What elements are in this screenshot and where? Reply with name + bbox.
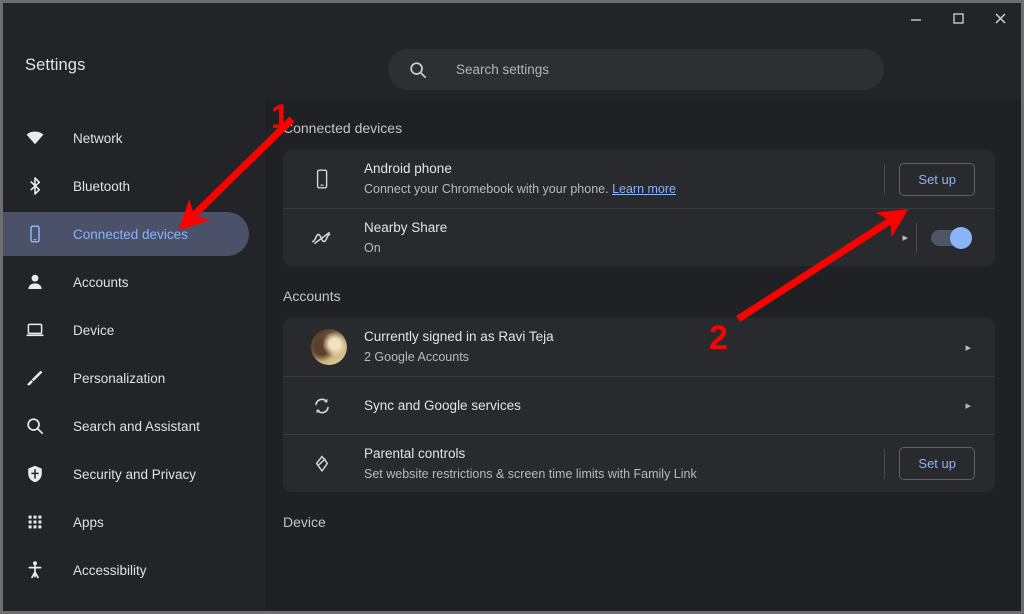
row-title: Android phone bbox=[364, 161, 452, 176]
laptop-icon bbox=[25, 320, 45, 340]
connected-devices-card: Android phone Connect your Chromebook wi… bbox=[283, 150, 995, 266]
wifi-icon bbox=[25, 128, 45, 148]
sidebar-item-label: Apps bbox=[73, 514, 104, 530]
sidebar-item-accessibility[interactable]: Accessibility bbox=[3, 548, 249, 592]
row-title: Sync and Google services bbox=[364, 398, 521, 413]
set-up-button-parental-controls[interactable]: Set up bbox=[899, 447, 975, 480]
annotation-number-2: 2 bbox=[709, 319, 728, 357]
sidebar-item-security-and-privacy[interactable]: Security and Privacy bbox=[3, 452, 249, 496]
main-content: Connected devices Android phone Connect … bbox=[265, 98, 1021, 611]
nearby-share-icon bbox=[311, 226, 333, 250]
sidebar-item-label: Bluetooth bbox=[73, 178, 131, 194]
shield-icon bbox=[25, 464, 45, 484]
close-button[interactable] bbox=[979, 3, 1021, 32]
learn-more-link[interactable]: Learn more bbox=[612, 182, 676, 196]
row-text: Android phone Connect your Chromebook wi… bbox=[364, 159, 880, 199]
toggle-knob bbox=[950, 226, 972, 249]
search-bar[interactable] bbox=[388, 49, 884, 90]
chevron-right-icon[interactable]: ▸ bbox=[902, 231, 908, 244]
maximize-button[interactable] bbox=[937, 3, 979, 32]
annotation-number-1: 1 bbox=[271, 98, 290, 136]
row-subtitle: 2 Google Accounts bbox=[364, 350, 469, 364]
row-text: Sync and Google services bbox=[364, 396, 965, 415]
sidebar-item-label: Search and Assistant bbox=[73, 418, 200, 434]
section-heading-device: Device bbox=[283, 514, 326, 530]
family-link-icon bbox=[311, 452, 333, 476]
sidebar-item-apps[interactable]: Apps bbox=[3, 500, 249, 544]
sidebar-item-personalization[interactable]: Personalization bbox=[3, 356, 249, 400]
row-sync-and-google-services[interactable]: Sync and Google services ▸ bbox=[283, 376, 995, 434]
sidebar-item-connected-devices[interactable]: Connected devices bbox=[3, 212, 249, 256]
settings-window: Settings Network Blue bbox=[0, 0, 1024, 614]
section-heading-connected-devices: Connected devices bbox=[283, 120, 403, 136]
row-nearby-share[interactable]: Nearby Share On ▸ bbox=[283, 208, 995, 266]
row-title: Nearby Share bbox=[364, 219, 448, 235]
row-title: Currently signed in as Ravi Teja bbox=[364, 329, 554, 344]
sidebar-item-device[interactable]: Device bbox=[3, 308, 249, 352]
row-android-phone[interactable]: Android phone Connect your Chromebook wi… bbox=[283, 150, 995, 208]
page-title: Settings bbox=[25, 55, 86, 74]
search-icon bbox=[25, 416, 45, 436]
phone-icon bbox=[25, 224, 45, 244]
row-text: Parental controls Set website restrictio… bbox=[364, 444, 880, 484]
sidebar-item-accounts[interactable]: Accounts bbox=[3, 260, 249, 304]
row-title: Parental controls bbox=[364, 445, 466, 461]
person-icon bbox=[25, 272, 45, 292]
nearby-share-toggle[interactable] bbox=[931, 226, 972, 249]
minimize-button[interactable] bbox=[895, 3, 937, 32]
divider bbox=[884, 164, 886, 194]
sidebar-item-search-and-assistant[interactable]: Search and Assistant bbox=[3, 404, 249, 448]
sidebar-item-label: Connected devices bbox=[73, 226, 188, 242]
search-icon bbox=[408, 60, 428, 80]
grid-apps-icon bbox=[25, 512, 45, 532]
brush-icon bbox=[25, 368, 45, 388]
divider bbox=[916, 222, 917, 253]
row-signed-in-account[interactable]: Currently signed in as Ravi Teja 2 Googl… bbox=[283, 318, 995, 376]
set-up-button-android-phone[interactable]: Set up bbox=[899, 162, 975, 196]
sidebar-item-label: Network bbox=[73, 130, 123, 146]
sidebar-item-network[interactable]: Network bbox=[3, 116, 249, 160]
title-bar bbox=[3, 3, 1021, 32]
search-input[interactable] bbox=[456, 62, 836, 77]
row-parental-controls[interactable]: Parental controls Set website restrictio… bbox=[283, 434, 995, 492]
sidebar-item-label: Device bbox=[73, 322, 115, 338]
row-text: Currently signed in as Ravi Teja 2 Googl… bbox=[364, 327, 965, 367]
phone-icon bbox=[311, 167, 333, 191]
sidebar-item-label: Personalization bbox=[73, 370, 166, 386]
row-text: Nearby Share On bbox=[364, 218, 902, 258]
sidebar-item-label: Accounts bbox=[73, 274, 129, 290]
chevron-right-icon[interactable]: ▸ bbox=[965, 399, 971, 412]
row-subtitle: Connect your Chromebook with your phone.… bbox=[364, 180, 880, 199]
sidebar-item-label: Security and Privacy bbox=[73, 466, 197, 482]
row-subtitle: Set website restrictions & screen time l… bbox=[364, 466, 697, 481]
divider bbox=[884, 448, 886, 479]
section-heading-accounts: Accounts bbox=[283, 288, 341, 304]
sidebar-item-bluetooth[interactable]: Bluetooth bbox=[3, 164, 249, 208]
accessibility-icon bbox=[25, 560, 45, 580]
bluetooth-icon bbox=[25, 176, 45, 196]
accounts-card: Currently signed in as Ravi Teja 2 Googl… bbox=[283, 318, 995, 492]
sync-icon bbox=[311, 394, 333, 418]
sidebar-item-label: Accessibility bbox=[73, 562, 147, 578]
row-subtitle: On bbox=[364, 240, 381, 255]
avatar bbox=[311, 329, 347, 365]
row-subtitle-text: Connect your Chromebook with your phone. bbox=[364, 182, 609, 196]
sidebar: Network Bluetooth Connected devices Acco… bbox=[3, 98, 265, 611]
chevron-right-icon[interactable]: ▸ bbox=[965, 341, 971, 354]
